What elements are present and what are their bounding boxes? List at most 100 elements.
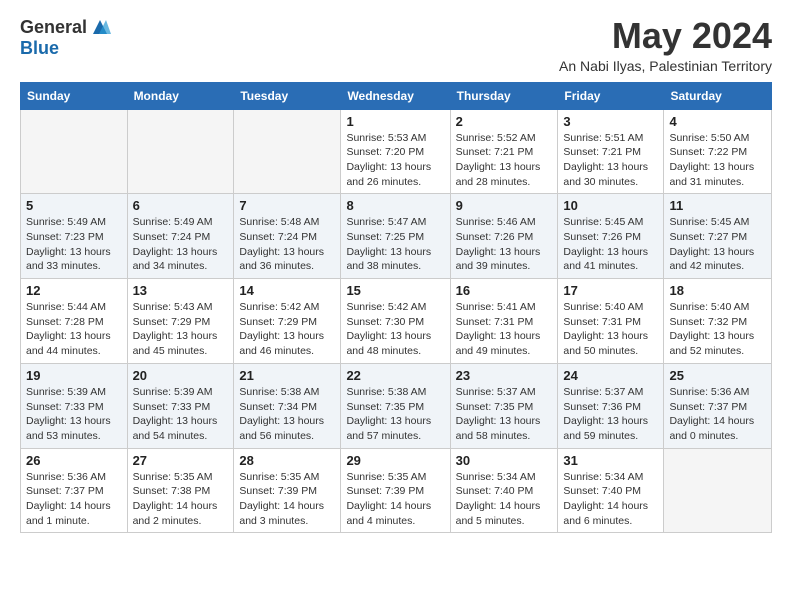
day-info: Sunrise: 5:42 AMSunset: 7:29 PMDaylight:… [239, 300, 335, 359]
day-info: Sunrise: 5:34 AMSunset: 7:40 PMDaylight:… [563, 470, 658, 529]
day-info: Sunrise: 5:36 AMSunset: 7:37 PMDaylight:… [669, 385, 766, 444]
day-number: 18 [669, 283, 766, 298]
day-info: Sunrise: 5:46 AMSunset: 7:26 PMDaylight:… [456, 215, 553, 274]
calendar-day-cell [664, 448, 772, 533]
day-of-week-header: Sunday [21, 82, 128, 109]
day-number: 26 [26, 453, 122, 468]
header-row: SundayMondayTuesdayWednesdayThursdayFrid… [21, 82, 772, 109]
day-info: Sunrise: 5:40 AMSunset: 7:32 PMDaylight:… [669, 300, 766, 359]
day-of-week-header: Thursday [450, 82, 558, 109]
calendar-day-cell: 30Sunrise: 5:34 AMSunset: 7:40 PMDayligh… [450, 448, 558, 533]
day-number: 29 [346, 453, 444, 468]
day-number: 17 [563, 283, 658, 298]
day-info: Sunrise: 5:35 AMSunset: 7:39 PMDaylight:… [239, 470, 335, 529]
day-info: Sunrise: 5:51 AMSunset: 7:21 PMDaylight:… [563, 131, 658, 190]
calendar-day-cell [234, 109, 341, 194]
day-number: 12 [26, 283, 122, 298]
calendar-day-cell: 7 Sunrise: 5:48 AMSunset: 7:24 PMDaylight… [234, 194, 341, 279]
calendar-day-cell: 5 Sunrise: 5:49 AMSunset: 7:23 PMDaylight… [21, 194, 128, 279]
day-number: 4 [669, 114, 766, 129]
day-number: 23 [456, 368, 553, 383]
calendar-table: SundayMondayTuesdayWednesdayThursdayFrid… [20, 82, 772, 534]
calendar-day-cell: 25 Sunrise: 5:36 AMSunset: 7:37 PMDayligh… [664, 363, 772, 448]
calendar-day-cell: 24 Sunrise: 5:37 AMSunset: 7:36 PMDayligh… [558, 363, 664, 448]
day-info: Sunrise: 5:35 AMSunset: 7:39 PMDaylight:… [346, 470, 444, 529]
calendar-day-cell: 12 Sunrise: 5:44 AMSunset: 7:28 PMDayligh… [21, 279, 128, 364]
day-info: Sunrise: 5:36 AMSunset: 7:37 PMDaylight:… [26, 470, 122, 529]
calendar-day-cell: 27 Sunrise: 5:35 AMSunset: 7:38 PMDayligh… [127, 448, 234, 533]
day-info: Sunrise: 5:53 AMSunset: 7:20 PMDaylight:… [346, 131, 444, 190]
day-number: 27 [133, 453, 229, 468]
day-info: Sunrise: 5:39 AMSunset: 7:33 PMDaylight:… [133, 385, 229, 444]
day-of-week-header: Saturday [664, 82, 772, 109]
day-info: Sunrise: 5:38 AMSunset: 7:34 PMDaylight:… [239, 385, 335, 444]
calendar-week-row: 5 Sunrise: 5:49 AMSunset: 7:23 PMDaylight… [21, 194, 772, 279]
day-number: 31 [563, 453, 658, 468]
calendar-week-row: 12 Sunrise: 5:44 AMSunset: 7:28 PMDayligh… [21, 279, 772, 364]
day-number: 9 [456, 198, 553, 213]
day-number: 16 [456, 283, 553, 298]
title-block: May 2024 An Nabi Ilyas, Palestinian Terr… [559, 16, 772, 74]
calendar-week-row: 19 Sunrise: 5:39 AMSunset: 7:33 PMDayligh… [21, 363, 772, 448]
calendar-day-cell: 29 Sunrise: 5:35 AMSunset: 7:39 PMDayligh… [341, 448, 450, 533]
calendar-day-cell: 31 Sunrise: 5:34 AMSunset: 7:40 PMDayligh… [558, 448, 664, 533]
day-info: Sunrise: 5:37 AMSunset: 7:35 PMDaylight:… [456, 385, 553, 444]
calendar-day-cell: 18 Sunrise: 5:40 AMSunset: 7:32 PMDayligh… [664, 279, 772, 364]
day-number: 1 [346, 114, 444, 129]
calendar-week-row: 26 Sunrise: 5:36 AMSunset: 7:37 PMDayligh… [21, 448, 772, 533]
day-of-week-header: Wednesday [341, 82, 450, 109]
day-info: Sunrise: 5:49 AMSunset: 7:24 PMDaylight:… [133, 215, 229, 274]
day-info: Sunrise: 5:48 AMSunset: 7:24 PMDaylight:… [239, 215, 335, 274]
day-info: Sunrise: 5:39 AMSunset: 7:33 PMDaylight:… [26, 385, 122, 444]
day-info: Sunrise: 5:45 AMSunset: 7:26 PMDaylight:… [563, 215, 658, 274]
day-number: 7 [239, 198, 335, 213]
day-number: 14 [239, 283, 335, 298]
day-number: 20 [133, 368, 229, 383]
calendar-day-cell [127, 109, 234, 194]
day-number: 24 [563, 368, 658, 383]
calendar-day-cell: 22Sunrise: 5:38 AMSunset: 7:35 PMDayligh… [341, 363, 450, 448]
day-of-week-header: Monday [127, 82, 234, 109]
calendar-day-cell: 1 Sunrise: 5:53 AMSunset: 7:20 PMDaylight… [341, 109, 450, 194]
calendar-day-cell: 6 Sunrise: 5:49 AMSunset: 7:24 PMDaylight… [127, 194, 234, 279]
calendar-day-cell: 16 Sunrise: 5:41 AMSunset: 7:31 PMDayligh… [450, 279, 558, 364]
day-info: Sunrise: 5:35 AMSunset: 7:38 PMDaylight:… [133, 470, 229, 529]
day-number: 13 [133, 283, 229, 298]
calendar-day-cell: 3Sunrise: 5:51 AMSunset: 7:21 PMDaylight… [558, 109, 664, 194]
calendar-day-cell: 21 Sunrise: 5:38 AMSunset: 7:34 PMDayligh… [234, 363, 341, 448]
calendar-day-cell: 28 Sunrise: 5:35 AMSunset: 7:39 PMDayligh… [234, 448, 341, 533]
day-info: Sunrise: 5:45 AMSunset: 7:27 PMDaylight:… [669, 215, 766, 274]
day-info: Sunrise: 5:37 AMSunset: 7:36 PMDaylight:… [563, 385, 658, 444]
day-number: 6 [133, 198, 229, 213]
page-header: General Blue May 2024 An Nabi Ilyas, Pal… [20, 16, 772, 74]
day-number: 25 [669, 368, 766, 383]
day-info: Sunrise: 5:34 AMSunset: 7:40 PMDaylight:… [456, 470, 553, 529]
day-info: Sunrise: 5:50 AMSunset: 7:22 PMDaylight:… [669, 131, 766, 190]
calendar-week-row: 1 Sunrise: 5:53 AMSunset: 7:20 PMDaylight… [21, 109, 772, 194]
calendar-day-cell: 15Sunrise: 5:42 AMSunset: 7:30 PMDayligh… [341, 279, 450, 364]
day-number: 28 [239, 453, 335, 468]
month-title: May 2024 [559, 16, 772, 56]
day-number: 11 [669, 198, 766, 213]
logo-general-text: General [20, 17, 87, 38]
day-info: Sunrise: 5:41 AMSunset: 7:31 PMDaylight:… [456, 300, 553, 359]
day-info: Sunrise: 5:38 AMSunset: 7:35 PMDaylight:… [346, 385, 444, 444]
location-title: An Nabi Ilyas, Palestinian Territory [559, 58, 772, 74]
day-info: Sunrise: 5:40 AMSunset: 7:31 PMDaylight:… [563, 300, 658, 359]
calendar-day-cell: 8Sunrise: 5:47 AMSunset: 7:25 PMDaylight… [341, 194, 450, 279]
calendar-day-cell: 11 Sunrise: 5:45 AMSunset: 7:27 PMDayligh… [664, 194, 772, 279]
calendar-day-cell: 23 Sunrise: 5:37 AMSunset: 7:35 PMDayligh… [450, 363, 558, 448]
calendar-day-cell: 26 Sunrise: 5:36 AMSunset: 7:37 PMDayligh… [21, 448, 128, 533]
day-number: 21 [239, 368, 335, 383]
day-number: 8 [346, 198, 444, 213]
logo: General Blue [20, 16, 111, 59]
day-info: Sunrise: 5:44 AMSunset: 7:28 PMDaylight:… [26, 300, 122, 359]
calendar-day-cell: 14 Sunrise: 5:42 AMSunset: 7:29 PMDayligh… [234, 279, 341, 364]
calendar-day-cell [21, 109, 128, 194]
calendar-day-cell: 20 Sunrise: 5:39 AMSunset: 7:33 PMDayligh… [127, 363, 234, 448]
day-info: Sunrise: 5:42 AMSunset: 7:30 PMDaylight:… [346, 300, 444, 359]
day-number: 19 [26, 368, 122, 383]
day-info: Sunrise: 5:49 AMSunset: 7:23 PMDaylight:… [26, 215, 122, 274]
day-number: 5 [26, 198, 122, 213]
logo-blue-text: Blue [20, 38, 59, 59]
